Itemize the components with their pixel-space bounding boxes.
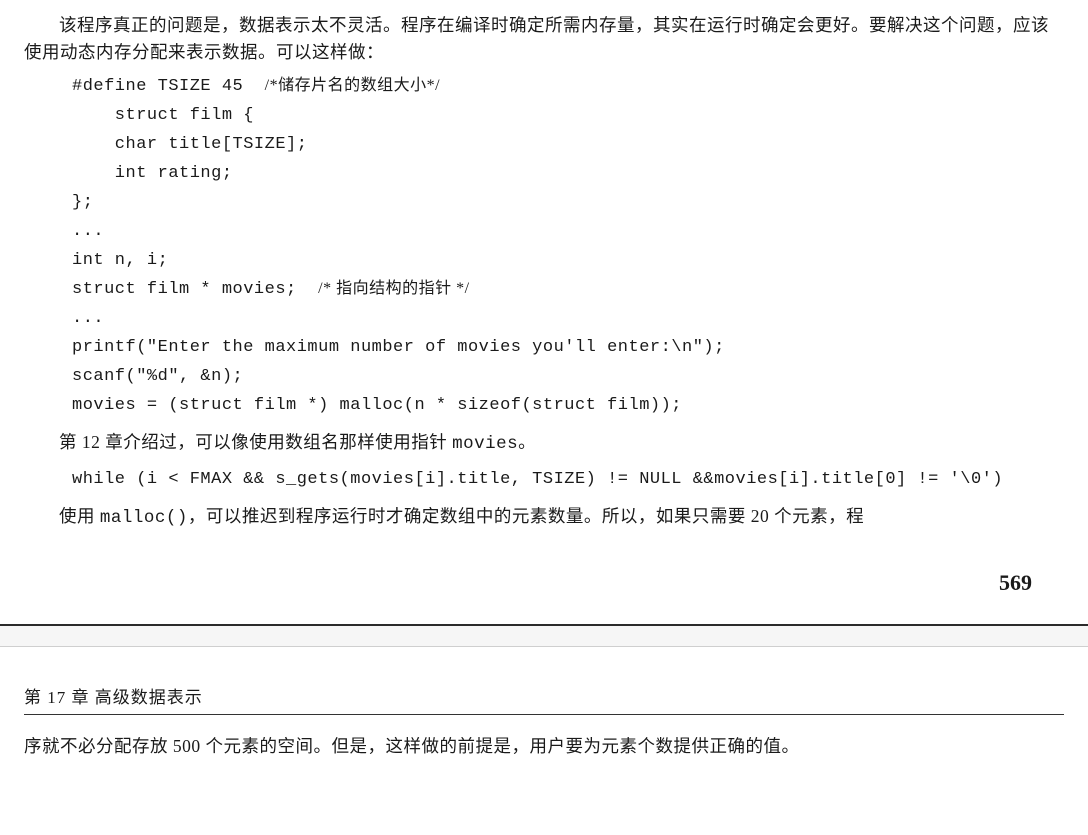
code-line: int n, i; [72, 251, 168, 270]
inline-code: malloc() [100, 508, 188, 528]
page-divider [0, 624, 1088, 647]
page-number: 569 [24, 540, 1064, 624]
paragraph-continuation: 序就不必分配存放 500 个元素的空间。但是，这样做的前提是，用户要为元素个数提… [24, 733, 1064, 760]
code-line: #define TSIZE 45 [72, 77, 265, 96]
code-line: }; [72, 193, 93, 212]
paragraph-pointer: 第 12 章介绍过，可以像使用数组名那样使用指针 movies。 [24, 429, 1064, 458]
text: 第 12 章介绍过，可以像使用数组名那样使用指针 [59, 432, 452, 452]
page-lower: 第 17 章 高级数据表示 序就不必分配存放 500 个元素的空间。但是，这样做… [0, 647, 1088, 790]
code-line: ... [72, 309, 104, 328]
text: 使用 [59, 506, 100, 526]
code-line: struct film * movies; [72, 280, 318, 299]
code-line: scanf("%d", &n); [72, 367, 243, 386]
code-line: struct film { [72, 106, 254, 125]
code-line: movies = (struct film *) malloc(n * size… [72, 396, 682, 415]
page-upper: 该程序真正的问题是，数据表示太不灵活。程序在编译时确定所需内存量，其实在运行时确… [0, 0, 1088, 624]
code-line: char title[TSIZE]; [72, 135, 307, 154]
code-comment: /* 指向结构的指针 */ [318, 280, 469, 297]
inline-code: movies [452, 434, 518, 454]
paragraph-malloc: 使用 malloc()，可以推迟到程序运行时才确定数组中的元素数量。所以，如果只… [24, 503, 1064, 532]
text: 。 [518, 432, 536, 452]
paragraph-intro: 该程序真正的问题是，数据表示太不灵活。程序在编译时确定所需内存量，其实在运行时确… [24, 12, 1064, 66]
code-line: ... [72, 222, 104, 241]
chapter-rule [24, 714, 1064, 715]
code-line: int rating; [72, 164, 233, 183]
text: ，可以推迟到程序运行时才确定数组中的元素数量。所以，如果只需要 20 个元素，程 [188, 506, 864, 526]
code-line: printf("Enter the maximum number of movi… [72, 338, 725, 357]
code-comment: /*储存片名的数组大小*/ [265, 77, 440, 94]
code-block-2: while (i < FMAX && s_gets(movies[i].titl… [72, 466, 1064, 495]
code-block-1: #define TSIZE 45 /*储存片名的数组大小*/ struct fi… [72, 72, 1064, 421]
code-line: while (i < FMAX && s_gets(movies[i].titl… [72, 470, 1003, 489]
chapter-header: 第 17 章 高级数据表示 [24, 683, 1064, 708]
